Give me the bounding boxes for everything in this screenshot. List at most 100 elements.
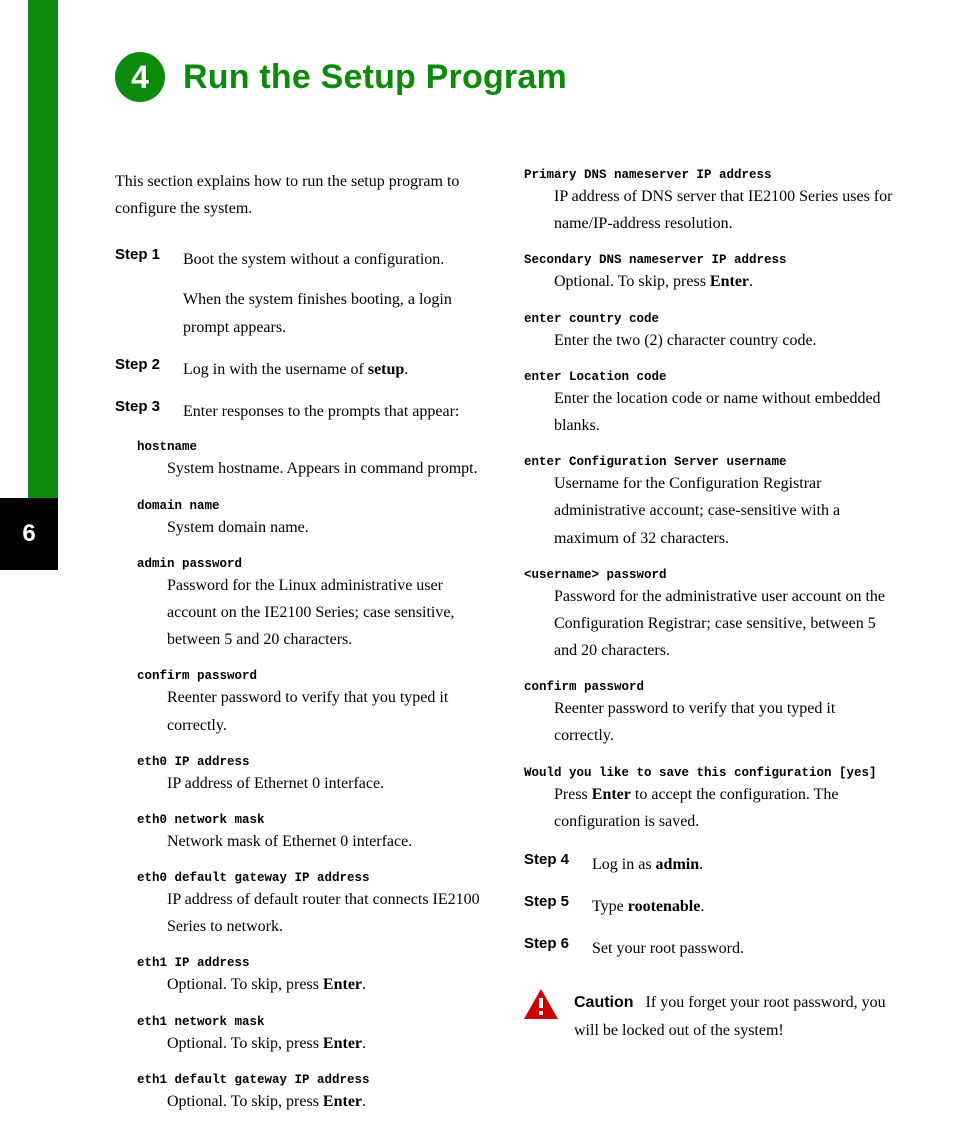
prompt-description: IP address of Ethernet 0 interface. — [167, 770, 486, 797]
step-label: Step 5 — [524, 893, 578, 921]
page-title: Run the Setup Program — [183, 58, 567, 97]
prompt-description: Optional. To skip, press Enter. — [167, 1088, 486, 1115]
prompt-item: eth1 default gateway IP addressOptional.… — [137, 1073, 486, 1115]
prompt-item: Would you like to save this configuratio… — [524, 766, 895, 835]
prompt-description: Username for the Configuration Registrar… — [554, 470, 895, 552]
content-columns: This section explains how to run the set… — [115, 168, 895, 1131]
prompt-item: confirm passwordReenter password to veri… — [137, 669, 486, 738]
prompt-label: hostname — [137, 440, 486, 454]
prompt-item: eth0 default gateway IP addressIP addres… — [137, 871, 486, 940]
prompt-label: enter Configuration Server username — [524, 455, 895, 469]
prompt-description: Password for the Linux administrative us… — [167, 572, 486, 654]
bold-term: admin — [656, 856, 700, 873]
prompt-item: domain nameSystem domain name. — [137, 499, 486, 541]
step-row: Step 4 Log in as admin. — [524, 851, 895, 879]
prompt-item: enter Configuration Server usernameUsern… — [524, 455, 895, 552]
prompt-description: Press Enter to accept the configuration.… — [554, 781, 895, 835]
prompt-item: hostnameSystem hostname. Appears in comm… — [137, 440, 486, 482]
prompt-item: eth0 IP addressIP address of Ethernet 0 … — [137, 755, 486, 797]
prompt-item: Primary DNS nameserver IP addressIP addr… — [524, 168, 895, 237]
column-left: This section explains how to run the set… — [115, 168, 486, 1131]
step-label: Step 4 — [524, 851, 578, 879]
prompt-label: eth1 IP address — [137, 956, 486, 970]
prompt-label: confirm password — [137, 669, 486, 683]
prompt-description: Enter the two (2) character country code… — [554, 327, 895, 354]
prompt-label: eth1 network mask — [137, 1015, 486, 1029]
caution-block: Caution If you forget your root password… — [524, 989, 895, 1045]
prompt-item: admin passwordPassword for the Linux adm… — [137, 557, 486, 654]
step-row: Step 3 Enter responses to the prompts tha… — [115, 398, 486, 426]
step-paragraph: When the system finishes booting, a logi… — [183, 286, 486, 342]
prompt-list: hostnameSystem hostname. Appears in comm… — [137, 440, 486, 1115]
prompt-label: enter country code — [524, 312, 895, 326]
bold-term: setup — [368, 361, 404, 378]
step-body: Set your root password. — [592, 935, 895, 963]
bold-term: Enter — [323, 1035, 362, 1052]
prompt-label: <username> password — [524, 568, 895, 582]
prompt-description: IP address of DNS server that IE2100 Ser… — [554, 183, 895, 237]
prompt-item: enter country codeEnter the two (2) char… — [524, 312, 895, 354]
step-label: Step 1 — [115, 246, 169, 342]
step-row: Step 1 Boot the system without a configur… — [115, 246, 486, 342]
prompt-item: eth0 network maskNetwork mask of Etherne… — [137, 813, 486, 855]
prompt-label: Secondary DNS nameserver IP address — [524, 253, 895, 267]
left-stripe — [28, 0, 58, 498]
bold-term: Enter — [323, 1093, 362, 1110]
prompt-label: eth1 default gateway IP address — [137, 1073, 486, 1087]
step-label: Step 3 — [115, 398, 169, 426]
heading: 4 Run the Setup Program — [115, 52, 567, 102]
column-right: Primary DNS nameserver IP addressIP addr… — [524, 168, 895, 1131]
step-paragraph: Boot the system without a configuration. — [183, 246, 486, 274]
prompt-label: Would you like to save this configuratio… — [524, 766, 895, 780]
step-body: Boot the system without a configuration.… — [183, 246, 486, 342]
prompt-description: Reenter password to verify that you type… — [167, 684, 486, 738]
prompt-description: System hostname. Appears in command prom… — [167, 455, 486, 482]
prompt-description: Password for the administrative user acc… — [554, 583, 895, 665]
step-paragraph: Log in as admin. — [592, 851, 895, 879]
prompt-label: confirm password — [524, 680, 895, 694]
prompt-description: Optional. To skip, press Enter. — [167, 1030, 486, 1057]
step-label: Step 6 — [524, 935, 578, 963]
caution-text: Caution If you forget your root password… — [574, 989, 895, 1045]
prompt-label: domain name — [137, 499, 486, 513]
prompt-item: confirm passwordReenter password to veri… — [524, 680, 895, 749]
section-number-badge: 4 — [115, 52, 165, 102]
caution-label: Caution — [574, 994, 634, 1011]
prompt-list: Primary DNS nameserver IP addressIP addr… — [524, 168, 895, 835]
caution-icon — [524, 989, 558, 1019]
prompt-description: Optional. To skip, press Enter. — [167, 971, 486, 998]
prompt-description: Network mask of Ethernet 0 interface. — [167, 828, 486, 855]
step-row: Step 6 Set your root password. — [524, 935, 895, 963]
intro-text: This section explains how to run the set… — [115, 168, 486, 222]
prompt-item: enter Location codeEnter the location co… — [524, 370, 895, 439]
prompt-description: Optional. To skip, press Enter. — [554, 268, 895, 295]
prompt-label: eth0 network mask — [137, 813, 486, 827]
step-label: Step 2 — [115, 356, 169, 384]
prompt-description: Enter the location code or name without … — [554, 385, 895, 439]
prompt-label: enter Location code — [524, 370, 895, 384]
prompt-item: Secondary DNS nameserver IP addressOptio… — [524, 253, 895, 295]
bold-term: Enter — [323, 976, 362, 993]
step-paragraph: Log in with the username of setup. — [183, 356, 486, 384]
prompt-label: eth0 default gateway IP address — [137, 871, 486, 885]
step-body: Type rootenable. — [592, 893, 895, 921]
prompt-label: eth0 IP address — [137, 755, 486, 769]
step-row: Step 2 Log in with the username of setup. — [115, 356, 486, 384]
bold-term: Enter — [592, 786, 631, 803]
step-paragraph: Set your root password. — [592, 935, 895, 963]
prompt-item: eth1 network maskOptional. To skip, pres… — [137, 1015, 486, 1057]
step-paragraph: Enter responses to the prompts that appe… — [183, 398, 486, 426]
prompt-item: eth1 IP addressOptional. To skip, press … — [137, 956, 486, 998]
step-body: Enter responses to the prompts that appe… — [183, 398, 486, 426]
prompt-description: System domain name. — [167, 514, 486, 541]
prompt-description: Reenter password to verify that you type… — [554, 695, 895, 749]
step-body: Log in as admin. — [592, 851, 895, 879]
step-paragraph: Type rootenable. — [592, 893, 895, 921]
step-row: Step 5 Type rootenable. — [524, 893, 895, 921]
prompt-description: IP address of default router that connec… — [167, 886, 486, 940]
step-body: Log in with the username of setup. — [183, 356, 486, 384]
prompt-label: admin password — [137, 557, 486, 571]
prompt-label: Primary DNS nameserver IP address — [524, 168, 895, 182]
bold-term: rootenable — [628, 898, 701, 915]
prompt-item: <username> passwordPassword for the admi… — [524, 568, 895, 665]
